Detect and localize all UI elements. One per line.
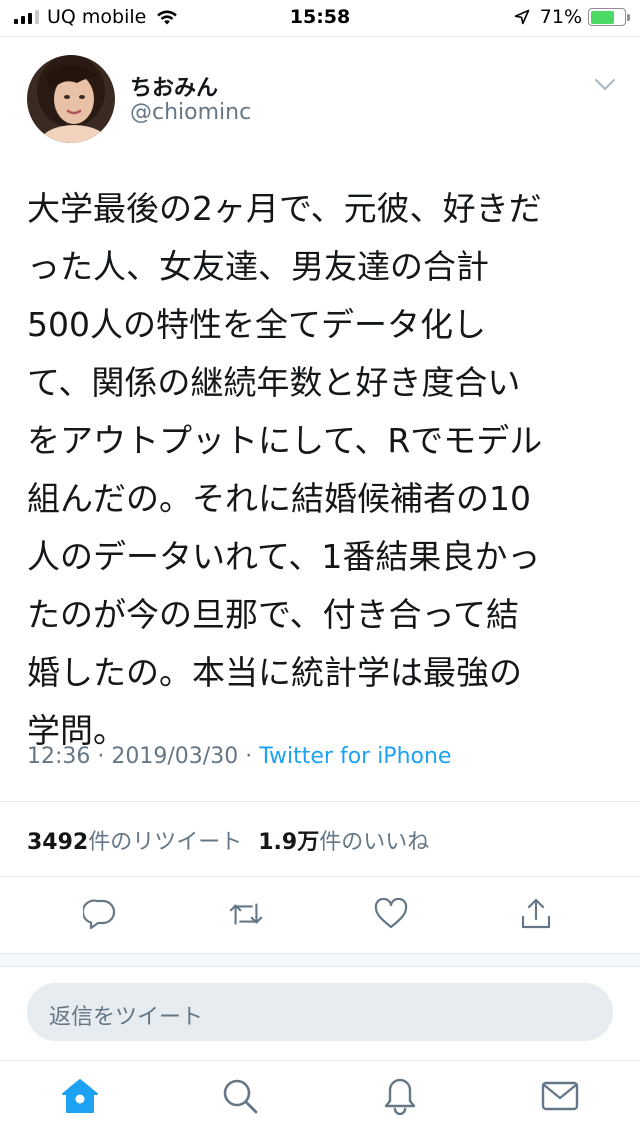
share-icon <box>521 898 551 929</box>
avatar[interactable] <box>27 55 115 143</box>
location-arrow-icon <box>514 9 530 25</box>
retweet-count[interactable]: 3492 <box>27 830 88 855</box>
retweet-count-label[interactable]: 件のリツイート <box>88 824 242 856</box>
divider <box>0 801 640 802</box>
tab-messages[interactable] <box>540 1076 580 1116</box>
tab-home[interactable] <box>60 1076 100 1116</box>
divider <box>0 36 640 37</box>
chevron-down-icon[interactable] <box>594 78 616 92</box>
reply-input[interactable]: 返信をツイート <box>27 983 613 1041</box>
share-button[interactable] <box>518 896 554 932</box>
user-handle[interactable]: @chiominc <box>130 100 251 125</box>
tweet-time: 12:36 <box>27 744 91 769</box>
tweet-meta: 12:36 · 2019/03/30 · Twitter for iPhone <box>27 744 451 769</box>
tab-bar <box>0 1060 640 1138</box>
meta-separator: · <box>245 744 253 769</box>
retweet-icon <box>229 903 263 925</box>
like-button[interactable] <box>373 896 409 932</box>
like-count-label[interactable]: 件のいいね <box>319 824 429 856</box>
battery-percent: 71% <box>539 6 582 28</box>
reply-placeholder: 返信をツイート <box>49 1005 204 1030</box>
like-icon <box>374 898 408 929</box>
section-separator <box>0 953 640 967</box>
home-icon <box>62 1079 98 1113</box>
notifications-icon <box>384 1078 416 1115</box>
tweet-date: 2019/03/30 <box>111 744 239 769</box>
battery-icon <box>588 8 630 26</box>
tweet-source-link[interactable]: Twitter for iPhone <box>259 744 451 769</box>
tweet-stats: 3492 件のリツイート 1.9万 件のいいね <box>27 824 429 856</box>
meta-separator: · <box>97 744 105 769</box>
like-count[interactable]: 1.9万 <box>258 824 319 856</box>
tweet-text: 大学最後の2ヶ月で、元彼、好きだ った人、女友達、男友達の合計 500人の特性を… <box>27 189 543 750</box>
status-right: 71% <box>514 6 630 28</box>
retweet-button[interactable] <box>228 896 264 932</box>
messages-icon <box>541 1081 579 1111</box>
tab-search[interactable] <box>220 1076 260 1116</box>
reply-button[interactable] <box>82 896 118 932</box>
battery-fill <box>590 10 614 24</box>
status-bar: UQ mobile 15:58 71% <box>0 0 640 36</box>
divider <box>0 876 640 877</box>
reply-icon <box>83 899 116 930</box>
display-name[interactable]: ちおみん <box>130 70 218 102</box>
tab-notifications[interactable] <box>380 1076 420 1116</box>
search-icon <box>223 1079 258 1114</box>
